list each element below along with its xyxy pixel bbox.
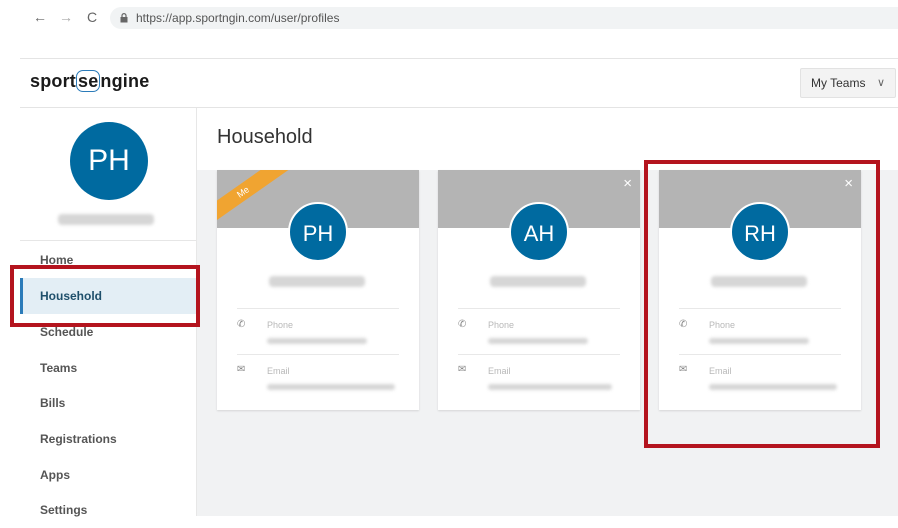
card-divider — [237, 308, 399, 309]
app-header: sport se ngine My Teams ∨ — [20, 58, 898, 108]
phone-label: Phone — [267, 320, 294, 330]
lock-icon — [120, 13, 128, 23]
highlight-household-item — [10, 265, 200, 327]
blurred-member-name — [269, 276, 365, 287]
envelope-icon: ✉ — [458, 364, 467, 375]
blurred-email — [488, 384, 612, 390]
forward-arrow-icon[interactable]: → — [58, 9, 74, 25]
my-teams-label: My Teams — [811, 76, 866, 90]
card-divider — [458, 354, 620, 355]
sidebar-item-teams[interactable]: Teams — [20, 350, 196, 386]
blurred-member-name — [490, 276, 586, 287]
back-arrow-icon[interactable]: ← — [32, 9, 48, 25]
sidebar-item-apps[interactable]: Apps — [20, 457, 196, 493]
sidebar-item-registrations[interactable]: Registrations — [20, 421, 196, 457]
sidebar-divider — [20, 240, 196, 241]
url-text: https://app.sportngin.com/user/profiles — [136, 11, 340, 25]
chevron-down-icon: ∨ — [876, 77, 885, 89]
household-member-card[interactable]: Me PH ✆ Phone ✉ Email — [217, 170, 419, 410]
card-divider — [458, 308, 620, 309]
household-member-card[interactable]: × AH ✆ Phone ✉ Email — [438, 170, 640, 410]
browser-toolbar: ← → C https://app.sportngin.com/user/pro… — [0, 0, 898, 36]
highlight-rh-card — [644, 160, 880, 448]
reload-icon[interactable]: C — [84, 9, 100, 25]
member-avatar: PH — [288, 202, 348, 262]
phone-icon: ✆ — [458, 319, 467, 330]
sidebar-item-bills[interactable]: Bills — [20, 385, 196, 421]
member-avatar: AH — [509, 202, 569, 262]
blurred-phone — [488, 338, 588, 344]
user-avatar: PH — [70, 122, 148, 200]
card-divider — [237, 354, 399, 355]
blurred-email — [267, 384, 395, 390]
blurred-phone — [267, 338, 367, 344]
close-icon[interactable]: × — [623, 176, 632, 191]
my-teams-dropdown[interactable]: My Teams ∨ — [800, 68, 896, 98]
envelope-icon: ✉ — [237, 364, 246, 375]
email-label: Email — [488, 366, 511, 376]
address-bar[interactable]: https://app.sportngin.com/user/profiles — [110, 7, 898, 29]
phone-icon: ✆ — [237, 319, 246, 330]
phone-label: Phone — [488, 320, 515, 330]
sportsengine-logo[interactable]: sport se ngine — [30, 70, 149, 92]
sidebar-item-settings[interactable]: Settings — [20, 492, 196, 528]
email-label: Email — [267, 366, 290, 376]
blurred-user-name — [58, 214, 154, 225]
